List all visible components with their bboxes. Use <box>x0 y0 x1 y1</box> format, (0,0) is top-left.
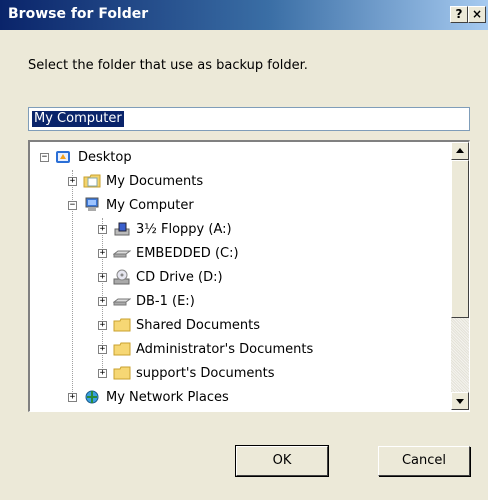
expand-icon[interactable]: + <box>98 272 107 282</box>
tree-item-label: Administrator's Documents <box>136 341 314 357</box>
expand-icon[interactable]: + <box>68 176 77 186</box>
title-bar[interactable]: Browse for Folder ? × <box>0 0 488 30</box>
help-button[interactable]: ? <box>450 6 468 23</box>
scroll-up-button[interactable] <box>451 142 469 160</box>
tree-item-support-documents[interactable]: + support's Documents <box>98 362 275 384</box>
my-computer-icon <box>83 197 101 213</box>
tree-item-label: DB-1 (E:) <box>136 293 195 309</box>
tree-item-label: CD Drive (D:) <box>136 269 223 285</box>
tree-item-db1-drive[interactable]: + DB-1 (E:) <box>98 290 195 312</box>
tree-item-cd-drive[interactable]: + CD Drive (D:) <box>98 266 223 288</box>
tree-item-shared-documents[interactable]: + Shared Documents <box>98 314 260 336</box>
expand-icon[interactable]: + <box>68 392 77 402</box>
collapse-icon[interactable]: − <box>68 200 77 210</box>
tree-item-label: support's Documents <box>136 365 275 381</box>
my-documents-icon <box>83 173 101 189</box>
tree-item-label: Desktop <box>78 149 132 165</box>
instruction-text: Select the folder that use as backup fol… <box>28 58 308 73</box>
window-title: Browse for Folder <box>8 6 149 22</box>
expand-icon[interactable]: + <box>98 224 107 234</box>
folder-path-value: My Computer <box>32 111 124 127</box>
expand-icon[interactable]: + <box>98 320 107 330</box>
scrollbar-thumb[interactable] <box>451 160 469 318</box>
tree-item-label: Shared Documents <box>136 317 261 333</box>
tree-item-my-computer[interactable]: − My Computer <box>68 194 194 216</box>
floppy-drive-icon <box>113 221 131 237</box>
folder-icon <box>113 317 131 333</box>
tree-item-my-documents[interactable]: + My Documents <box>68 170 203 192</box>
expand-icon[interactable]: + <box>98 368 107 378</box>
tree-item-label: EMBEDDED (C:) <box>136 245 239 261</box>
expand-icon[interactable]: + <box>98 344 107 354</box>
tree-item-label: My Computer <box>106 197 194 213</box>
expand-icon[interactable]: + <box>98 248 107 258</box>
tree-item-label: My Documents <box>106 173 204 189</box>
desktop-icon <box>55 149 73 165</box>
scroll-down-button[interactable] <box>451 392 469 410</box>
folder-icon <box>113 365 131 381</box>
tree-item-desktop[interactable]: − Desktop <box>40 146 132 168</box>
browse-for-folder-dialog: Browse for Folder ? × Select the folder … <box>0 0 488 500</box>
cd-drive-icon <box>113 269 131 285</box>
tree-item-my-network-places[interactable]: + My Network Places <box>68 386 229 408</box>
tree-item-floppy-drive[interactable]: + 3½ Floppy (A:) <box>98 218 232 240</box>
ok-button[interactable]: OK <box>235 445 329 477</box>
folder-path-field[interactable]: My Computer <box>28 107 470 131</box>
folder-icon <box>113 341 131 357</box>
hard-drive-icon <box>112 293 132 309</box>
close-button[interactable]: × <box>468 6 486 23</box>
folder-tree[interactable]: − Desktop + My Documents − My Computer +… <box>28 140 470 412</box>
tree-item-label: My Network Places <box>106 389 229 405</box>
collapse-icon[interactable]: − <box>40 152 49 162</box>
expand-icon[interactable]: + <box>98 296 107 306</box>
network-places-icon <box>83 389 101 405</box>
tree-item-embedded-drive[interactable]: + EMBEDDED (C:) <box>98 242 239 264</box>
tree-item-administrators-documents[interactable]: + Administrator's Documents <box>98 338 313 360</box>
tree-vertical-scrollbar[interactable] <box>451 142 469 410</box>
hard-drive-icon <box>112 245 132 261</box>
tree-item-label: 3½ Floppy (A:) <box>136 221 232 237</box>
arrow-up-icon <box>456 148 464 153</box>
arrow-down-icon <box>456 399 464 404</box>
folder-tree-content: − Desktop + My Documents − My Computer +… <box>30 142 450 411</box>
cancel-button[interactable]: Cancel <box>378 446 470 476</box>
